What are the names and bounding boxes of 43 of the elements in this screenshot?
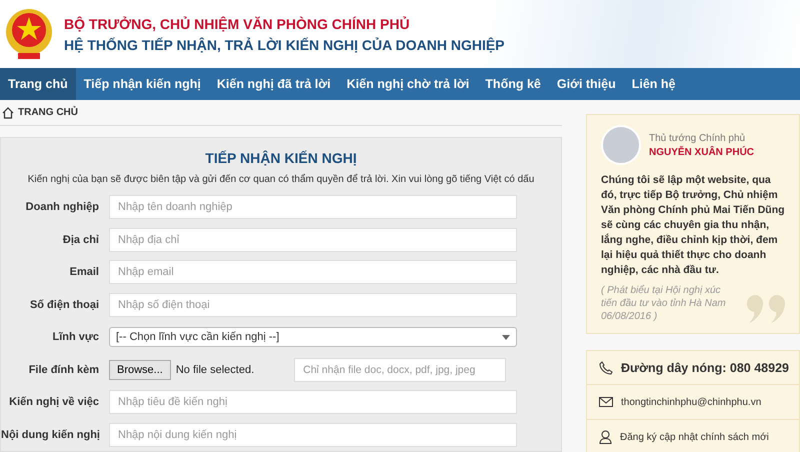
nav-tab[interactable]: Trang chủ xyxy=(0,68,76,100)
file-status: No file selected. xyxy=(176,364,254,376)
form-title: TIẾP NHẬN KIẾN NGHỊ xyxy=(205,150,357,166)
input-field[interactable]: Nhập tên doanh nghiệp xyxy=(109,195,517,220)
contact-text: Đường dây nóng: 080 48929 xyxy=(621,360,789,374)
site-subtitle: HỆ THỐNG TIẾP NHẬN, TRẢ LỜI KIẾN NGHỊ CỦA DOANH NGHIỆP xyxy=(64,36,505,52)
field-label: Lĩnh vực xyxy=(52,331,100,344)
breadcrumb-link[interactable]: TRANG CHỦ xyxy=(18,107,78,118)
mail-icon xyxy=(599,397,613,407)
person-role: Thủ tướng Chính phủ xyxy=(649,132,746,144)
contact-text[interactable]: thongtinchinhphu@chinhphu.vn xyxy=(621,396,762,408)
nav-tab[interactable]: Kiến nghị chờ trả lời xyxy=(338,68,478,100)
nav-tab[interactable]: Liên hệ xyxy=(624,68,684,100)
home-icon[interactable] xyxy=(2,106,14,118)
field-label: Số điện thoại xyxy=(28,298,100,311)
form-intro: Kiến nghị của bạn sẽ được biên tập và gửi đến cơ quan có thẩm quyền để trả lời. Xin vui lòng gõ tiếng Việt có dấu xyxy=(28,174,534,185)
select-field[interactable]: [-- Chọn lĩnh vực cần kiến nghị --] xyxy=(109,327,517,348)
nav-tab[interactable]: Kiến nghị đã trả lời xyxy=(208,68,339,100)
field-label: File đính kèm xyxy=(28,364,100,376)
quote-text: Chúng tôi sẽ lập một website, qua đó, trực tiếp Bộ trưởng, Chủ nhiệm Văn phòng Chính phủ Mai Tiến Dũng sẽ cùng các chuyên gia thu nhận, lắng nghe, điều chỉnh kịp thời, đem lại hiệu quả thiết thực cho doanh nghiệp, các nhà đầu tư. xyxy=(601,173,786,278)
input-field[interactable]: Nhập địa chỉ xyxy=(109,228,517,252)
nav-tab[interactable]: Thống kê xyxy=(477,68,549,100)
caret-icon xyxy=(502,334,510,340)
browse-button[interactable]: Browse... xyxy=(109,360,171,380)
input-field[interactable]: Nhập email xyxy=(109,260,517,284)
input-field[interactable]: Chỉ nhận file doc, docx, pdf, jpg, jpeg xyxy=(294,358,506,382)
site-title: BỘ TRƯỞNG, CHỦ NHIỆM VĂN PHÒNG CHÍNH PHỦ xyxy=(64,16,411,32)
quote-source: ( Phát biểu tại Hội nghị xúc tiến đầu tư vào tỉnh Hà Nam 06/08/2016 ) xyxy=(601,284,727,323)
field-label: Email xyxy=(68,266,100,278)
phone-icon xyxy=(599,360,613,374)
field-label: Địa chỉ xyxy=(62,234,100,246)
input-field[interactable]: Nhập nội dung kiến nghị xyxy=(109,422,517,447)
field-label: Kiến nghị về việc xyxy=(8,396,100,408)
field-label: Nội dung kiến nghị xyxy=(1,428,101,441)
nav-tab[interactable]: Giới thiệu xyxy=(548,68,624,100)
input-field[interactable]: Nhập tiêu đề kiến nghị xyxy=(109,390,517,414)
field-label: Doanh nghiệp xyxy=(24,201,100,214)
contact-text[interactable]: Đăng ký cập nhật chính sách mới xyxy=(620,432,769,442)
nav-tab[interactable]: Tiếp nhận kiến nghị xyxy=(76,68,209,100)
user-icon xyxy=(599,430,612,444)
person-name: NGUYỄN XUÂN PHÚC xyxy=(649,146,754,158)
avatar-placeholder xyxy=(601,125,641,165)
input-field[interactable]: Nhập số điện thoại xyxy=(109,292,517,317)
